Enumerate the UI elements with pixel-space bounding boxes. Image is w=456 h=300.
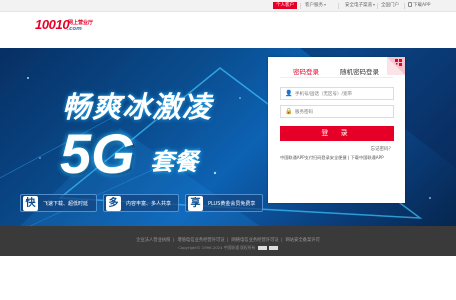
login-button[interactable]: 登 录 [280,126,394,141]
top-item-portal[interactable]: 全国门户 [381,2,399,9]
top-item-label: 下载APP [413,3,431,8]
footer-link[interactable]: 企业法人营业执照 [136,238,170,243]
banner-5g: 5G [60,122,135,185]
divider [280,77,393,78]
top-item-label: 安全电子渠道 [345,3,372,8]
top-item-service[interactable]: 客户服务 [305,2,326,9]
top-bar: 个人客户 客户服务 安全电子渠道 全国门户 下载APP [0,0,456,12]
footer-link[interactable]: 网站安全备案许可 [286,238,320,243]
footer-links: 企业法人营业执照 | 增值电信业务经营许可证 | 网络电信业务经营许可证 | 网站安全… [136,238,320,243]
top-item-label: 客户服务 [305,3,323,8]
feature-enjoy: 享 PLUS黄金会员免费享 [185,194,263,212]
user-icon: 👤 [285,90,293,97]
feature-char: 快 [23,196,38,211]
feature-more: 多 内容丰富、多人共享 [103,194,179,212]
password-field[interactable]: 🔒 [280,105,394,118]
app-login-notice[interactable]: 中国联通APP支付扫码登录安全便捷 | 下载中国联通APP [280,155,398,161]
divider [300,3,301,9]
tab-random-password-login[interactable]: 随机密码登录 [340,66,379,76]
feature-char: 多 [106,196,121,211]
banner-slogan: 畅爽冰激凌 [62,90,213,124]
footer-link[interactable]: 网络电信业务经营许可证 [231,238,278,243]
feature-fast: 快 飞速下载、超低时延 [20,194,97,212]
phone-field[interactable]: 👤 [280,87,394,100]
phone-input[interactable] [295,89,393,99]
chevron-down-icon [373,3,375,6]
logo-number: 10010 [35,17,70,32]
top-item-channels[interactable]: 安全电子渠道 [345,2,375,9]
logo-tagline: 网上营业厅 [68,20,94,26]
qr-code-icon [387,57,405,75]
feature-char: 享 [188,196,203,211]
feature-text: PLUS黄金会员免费享 [208,201,256,207]
qr-code-corner[interactable] [387,57,405,75]
divider [377,3,378,9]
divider [404,3,405,9]
lock-icon: 🔒 [285,108,293,115]
forgot-password-link[interactable]: 忘记密码？ [371,146,394,152]
divider [338,3,339,9]
certification-badge[interactable] [257,246,267,250]
page: 个人客户 客户服务 安全电子渠道 全国门户 下载APP 10010 网上营业厅 … [0,0,456,300]
chevron-down-icon [324,3,326,6]
copyright: Copyright© 1999-2024 中国联通 版权所有 [0,245,456,251]
top-item-personal[interactable]: 个人客户 [273,2,297,9]
banner-package: 套餐 [150,148,198,176]
footer-link[interactable]: 增值电信业务经营许可证 [177,238,224,243]
tab-password-login[interactable]: 密码登录 [293,66,319,76]
footer: 企业法人营业执照 | 增值电信业务经营许可证 | 网络电信业务经营许可证 | 网站安全… [0,226,456,256]
feature-text: 飞速下载、超低时延 [43,201,89,207]
login-panel: 密码登录 随机密码登录 👤 🔒 登 录 忘记密码？ 中国联通APP支付扫码登录安… [268,57,405,203]
top-item-download-app[interactable]: 下载APP [408,2,431,9]
password-input[interactable] [295,107,393,117]
phone-icon [408,2,412,7]
copyright-text: Copyright© 1999-2024 中国联通 版权所有 [178,245,256,250]
certification-badge[interactable] [268,246,278,250]
logo-domain: .com [67,26,82,32]
feature-text: 内容丰富、多人共享 [126,201,172,207]
header: 10010 网上营业厅 .com [0,12,456,48]
